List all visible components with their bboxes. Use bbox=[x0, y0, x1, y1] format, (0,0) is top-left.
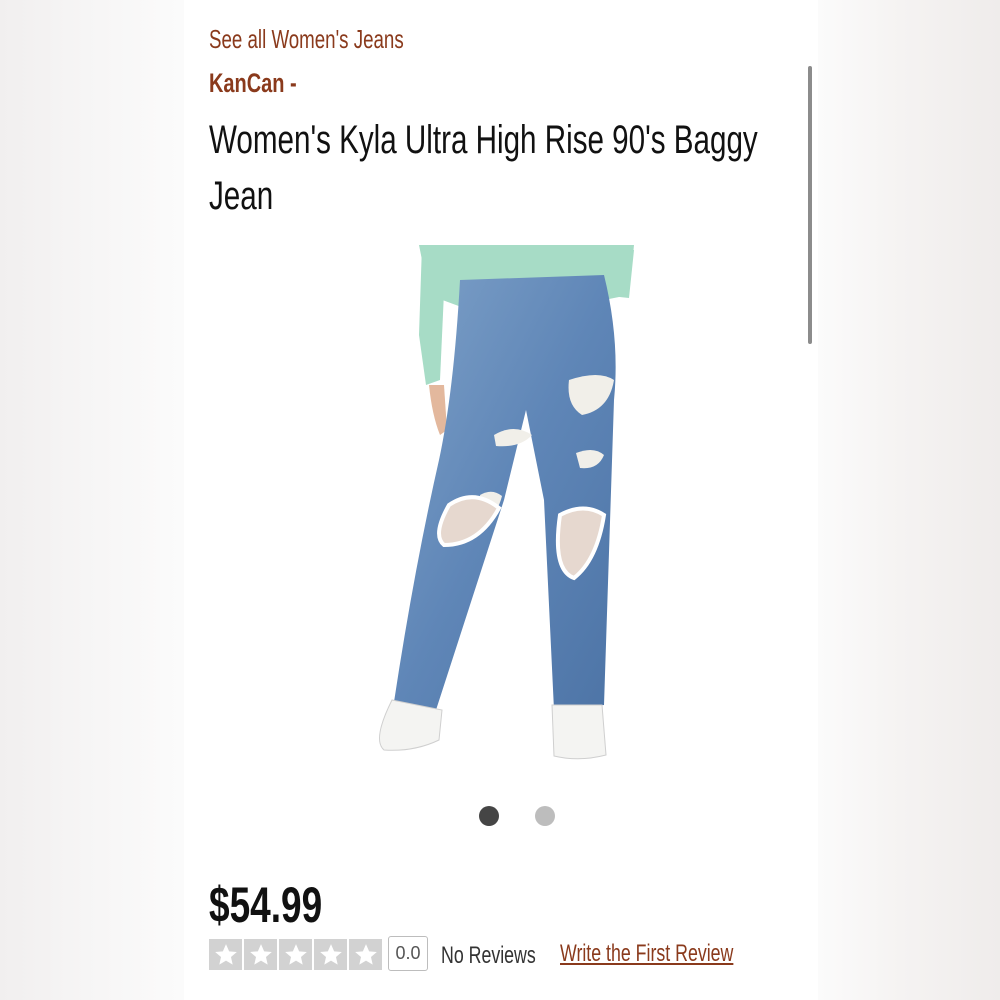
brand-row: KanCan - bbox=[209, 68, 297, 99]
brand-link[interactable]: KanCan bbox=[209, 68, 284, 98]
scrollbar[interactable] bbox=[808, 66, 812, 344]
product-image[interactable] bbox=[314, 240, 644, 770]
review-count: No Reviews bbox=[441, 942, 536, 969]
carousel-dot-1[interactable] bbox=[479, 806, 499, 826]
star-icon bbox=[279, 939, 312, 970]
write-review-link[interactable]: Write the First Review bbox=[560, 940, 733, 968]
product-page: See all Women's Jeans KanCan - Women's K… bbox=[184, 0, 818, 1000]
star-icon bbox=[244, 939, 277, 970]
star-icon bbox=[349, 939, 382, 970]
rating-row: 0.0 No Reviews Write the First Review bbox=[209, 936, 809, 972]
product-title: Women's Kyla Ultra High Rise 90's Baggy … bbox=[209, 118, 758, 218]
carousel-dot-2[interactable] bbox=[535, 806, 555, 826]
breadcrumb-link[interactable]: See all Women's Jeans bbox=[209, 24, 404, 55]
star-icon bbox=[314, 939, 347, 970]
rating-score: 0.0 bbox=[388, 936, 428, 971]
product-price: $54.99 bbox=[209, 877, 323, 933]
star-icon bbox=[209, 939, 242, 970]
image-carousel-dots bbox=[479, 806, 555, 826]
brand-separator: - bbox=[290, 68, 297, 98]
star-rating bbox=[209, 939, 382, 970]
